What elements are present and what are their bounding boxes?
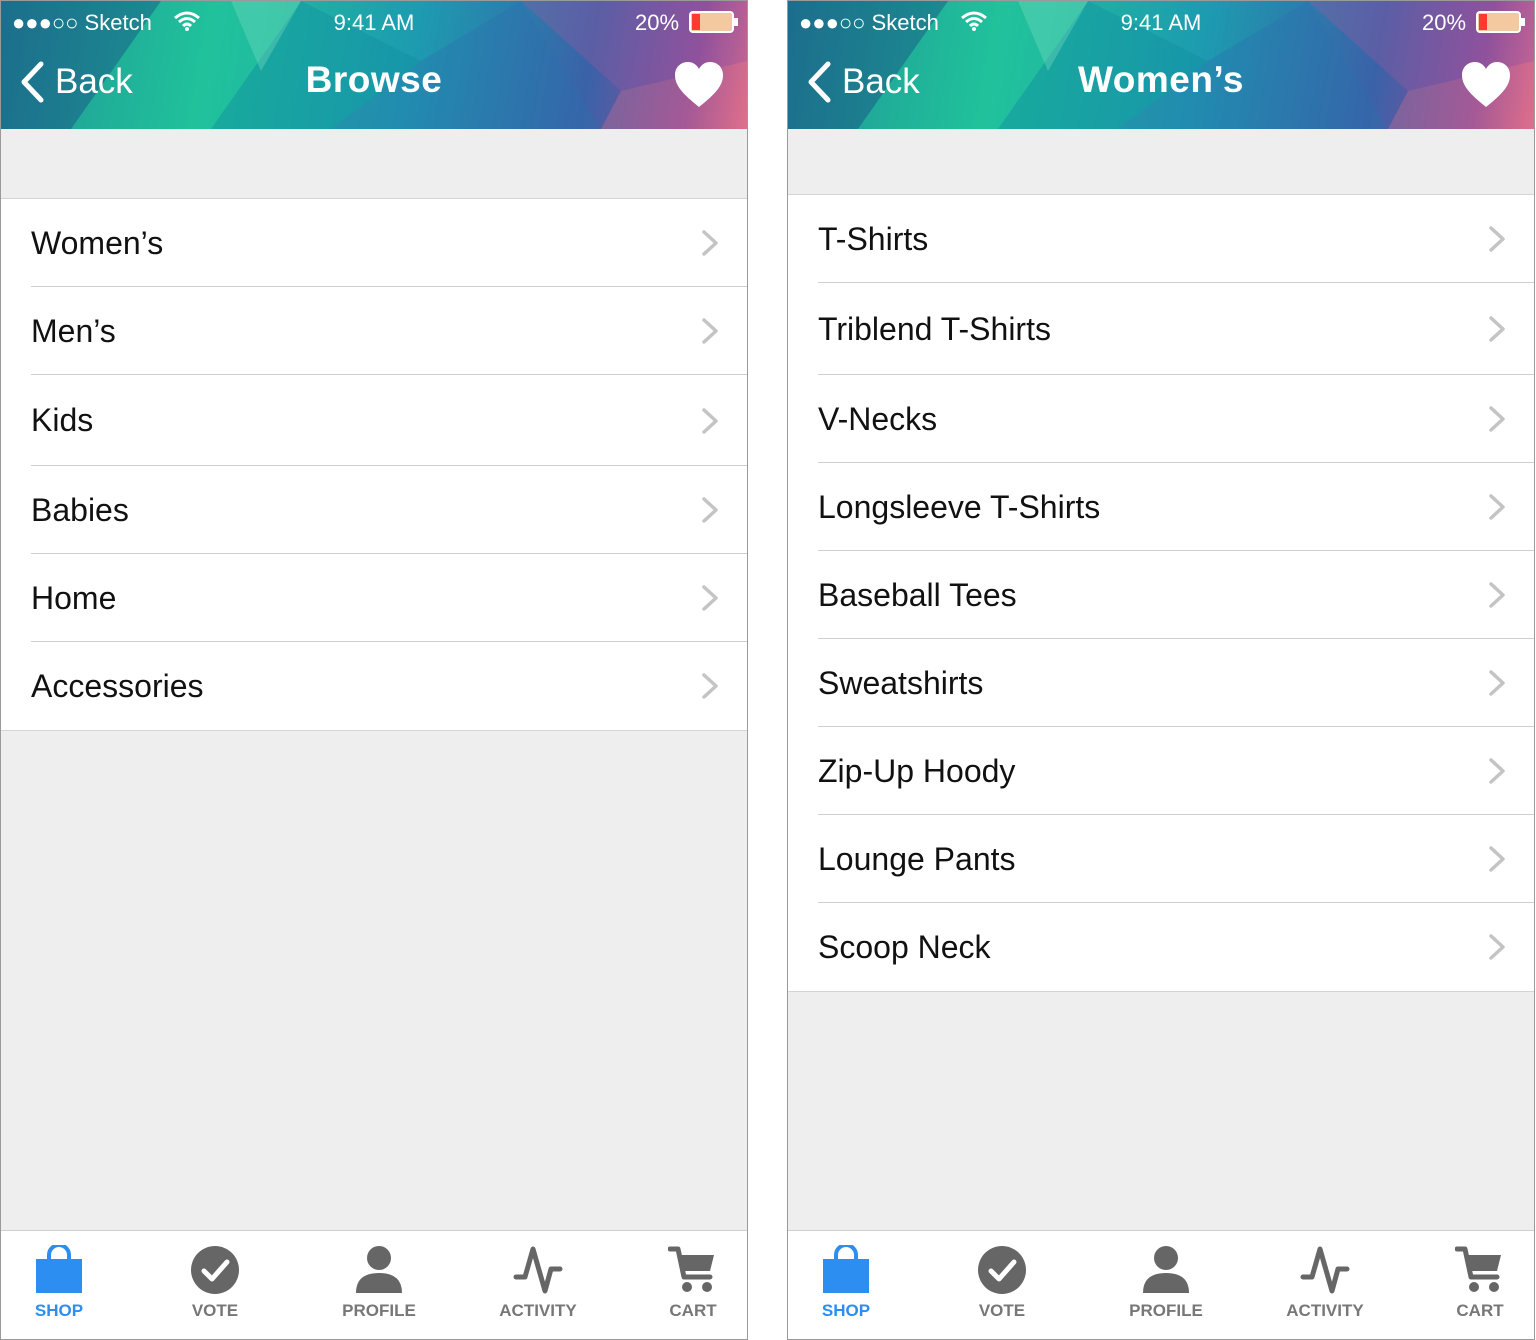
list-item-label: Babies bbox=[31, 492, 129, 528]
list-item-label: T-Shirts bbox=[818, 221, 929, 257]
chevron-right-icon bbox=[1489, 582, 1505, 608]
browse-screen: ●●●○○ Sketch 9:41 AM 20% Back Browse Wom… bbox=[0, 0, 748, 1340]
tab-label: PROFILE bbox=[1129, 1301, 1203, 1320]
chevron-right-icon bbox=[1489, 406, 1505, 432]
chevron-right-icon bbox=[1489, 934, 1505, 960]
person-icon bbox=[1143, 1246, 1189, 1293]
tab-shop[interactable]: SHOP bbox=[788, 1231, 906, 1339]
chevron-right-icon bbox=[702, 497, 718, 523]
list-item-label: Zip-Up Hoody bbox=[818, 753, 1016, 789]
category-list: Women’s Men’s Kids Babies Home Accessori… bbox=[1, 198, 747, 731]
tab-label: CART bbox=[1456, 1301, 1504, 1320]
tab-bar: SHOP VOTE PROFILE ACTIVITY CART bbox=[1, 1230, 747, 1339]
page-title: Browse bbox=[305, 59, 443, 100]
list-item[interactable]: Scoop Neck bbox=[788, 903, 1534, 991]
list-item-label: Men’s bbox=[31, 313, 116, 349]
list-item[interactable]: Babies bbox=[1, 466, 747, 554]
list-item[interactable]: Men’s bbox=[1, 287, 747, 375]
list-item-label: V-Necks bbox=[818, 401, 938, 437]
list-item[interactable]: Home bbox=[1, 554, 747, 642]
heart-icon[interactable] bbox=[673, 61, 725, 109]
status-bar: ●●●○○ Sketch 9:41 AM 20% bbox=[1, 7, 747, 39]
chevron-right-icon bbox=[702, 408, 718, 434]
list-item[interactable]: T-Shirts bbox=[788, 195, 1534, 283]
list-item[interactable]: Triblend T-Shirts bbox=[788, 283, 1534, 375]
list-item-label: Accessories bbox=[31, 668, 204, 704]
list-item-label: Home bbox=[31, 580, 117, 616]
activity-pulse-icon bbox=[513, 1246, 563, 1294]
womens-screen: ●●●○○ Sketch 9:41 AM 20% Back Women’s T-… bbox=[787, 0, 1535, 1340]
chevron-right-icon bbox=[1489, 226, 1505, 252]
chevron-right-icon bbox=[702, 585, 718, 611]
list-item-label: Lounge Pants bbox=[818, 841, 1016, 877]
tab-vote[interactable]: VOTE bbox=[942, 1231, 1062, 1339]
tab-profile[interactable]: PROFILE bbox=[1106, 1231, 1226, 1339]
tab-cart[interactable]: CART bbox=[1420, 1231, 1534, 1339]
shopping-bag-icon bbox=[823, 1245, 869, 1293]
activity-pulse-icon bbox=[1300, 1246, 1350, 1294]
cart-icon bbox=[1455, 1246, 1501, 1292]
chevron-right-icon bbox=[1489, 758, 1505, 784]
list-item[interactable]: Lounge Pants bbox=[788, 815, 1534, 903]
list-item[interactable]: V-Necks bbox=[788, 375, 1534, 463]
subcategory-list: T-Shirts Triblend T-Shirts V-Necks Longs… bbox=[788, 194, 1534, 992]
tab-label: CART bbox=[669, 1301, 717, 1320]
list-item[interactable]: Baseball Tees bbox=[788, 551, 1534, 639]
list-item[interactable]: Longsleeve T-Shirts bbox=[788, 463, 1534, 551]
shopping-bag-icon bbox=[36, 1245, 82, 1293]
tab-label: SHOP bbox=[34, 1301, 84, 1320]
tab-label: SHOP bbox=[821, 1301, 871, 1320]
list-item[interactable]: Women’s bbox=[1, 199, 747, 287]
tab-label: ACTIVITY bbox=[499, 1301, 577, 1320]
battery-percent: 20% bbox=[635, 10, 680, 35]
list-item-label: Triblend T-Shirts bbox=[818, 311, 1051, 347]
tab-activity[interactable]: ACTIVITY bbox=[478, 1231, 598, 1339]
chevron-right-icon bbox=[1489, 846, 1505, 872]
tab-activity[interactable]: ACTIVITY bbox=[1265, 1231, 1385, 1339]
tab-shop[interactable]: SHOP bbox=[1, 1231, 119, 1339]
tab-cart[interactable]: CART bbox=[633, 1231, 747, 1339]
list-item-label: Longsleeve T-Shirts bbox=[818, 489, 1101, 525]
battery-percent: 20% bbox=[1422, 10, 1467, 35]
navigation-header: ●●●○○ Sketch 9:41 AM 20% Back Browse bbox=[1, 1, 747, 129]
tab-label: VOTE bbox=[978, 1301, 1026, 1320]
battery-icon bbox=[689, 11, 738, 33]
navigation-header: ●●●○○ Sketch 9:41 AM 20% Back Women’s bbox=[788, 1, 1534, 129]
checkmark-circle-icon bbox=[191, 1246, 239, 1294]
tab-label: ACTIVITY bbox=[1286, 1301, 1364, 1320]
list-item-label: Kids bbox=[31, 402, 94, 438]
tab-vote[interactable]: VOTE bbox=[155, 1231, 275, 1339]
tab-label: VOTE bbox=[191, 1301, 239, 1320]
page-title: Women’s bbox=[1078, 59, 1244, 100]
chevron-right-icon bbox=[1489, 670, 1505, 696]
list-item-label: Scoop Neck bbox=[818, 929, 991, 965]
list-item[interactable]: Zip-Up Hoody bbox=[788, 727, 1534, 815]
list-item-label: Baseball Tees bbox=[818, 577, 1017, 613]
chevron-right-icon bbox=[702, 230, 718, 256]
chevron-right-icon bbox=[1489, 316, 1505, 342]
cart-icon bbox=[668, 1246, 714, 1292]
chevron-right-icon bbox=[702, 673, 718, 699]
checkmark-circle-icon bbox=[978, 1246, 1026, 1294]
person-icon bbox=[356, 1246, 402, 1293]
tab-label: PROFILE bbox=[342, 1301, 416, 1320]
tab-profile[interactable]: PROFILE bbox=[319, 1231, 439, 1339]
list-item[interactable]: Accessories bbox=[1, 642, 747, 730]
status-bar: ●●●○○ Sketch 9:41 AM 20% bbox=[788, 7, 1534, 39]
list-item-label: Women’s bbox=[31, 225, 164, 261]
chevron-right-icon bbox=[1489, 494, 1505, 520]
list-item[interactable]: Kids bbox=[1, 375, 747, 466]
chevron-right-icon bbox=[702, 318, 718, 344]
tab-bar: SHOP VOTE PROFILE ACTIVITY CART bbox=[788, 1230, 1534, 1339]
heart-icon[interactable] bbox=[1460, 61, 1512, 109]
list-item-label: Sweatshirts bbox=[818, 665, 984, 701]
battery-icon bbox=[1476, 11, 1525, 33]
list-item[interactable]: Sweatshirts bbox=[788, 639, 1534, 727]
